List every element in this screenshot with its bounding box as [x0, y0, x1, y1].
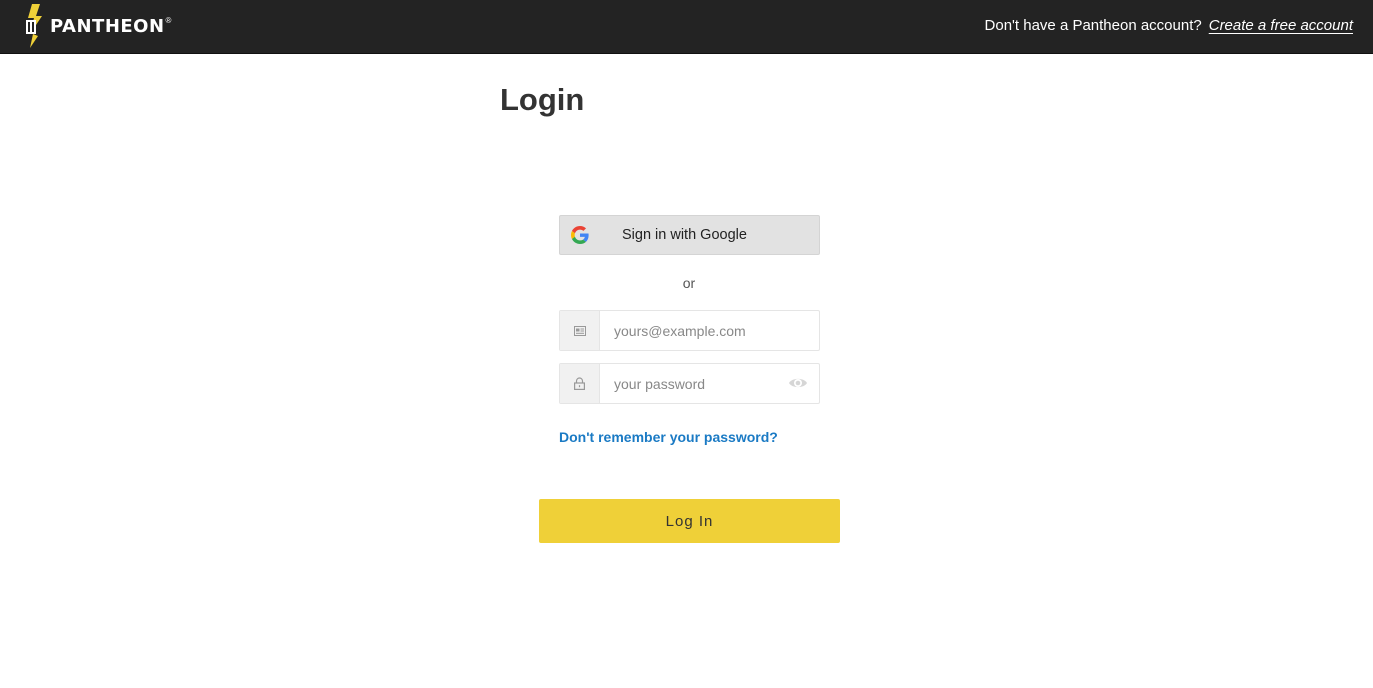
login-button[interactable]: Log In: [539, 499, 840, 543]
password-input[interactable]: [601, 364, 786, 403]
top-navbar: PANTHEON ® Don't have a Pantheon account…: [0, 0, 1373, 54]
pantheon-bolt-icon: [26, 4, 42, 48]
email-addon: [560, 311, 600, 350]
email-input[interactable]: [601, 311, 786, 350]
google-signin-button[interactable]: Sign in with Google: [559, 215, 820, 255]
password-field: [559, 363, 820, 404]
pantheon-logo[interactable]: PANTHEON ®: [24, 4, 171, 48]
or-divider: or: [682, 275, 696, 291]
registered-mark: ®: [165, 15, 172, 25]
create-account-link[interactable]: Create a free account: [1209, 17, 1353, 34]
password-addon: [560, 364, 600, 403]
brand-name: PANTHEON: [50, 15, 165, 37]
google-signin-label: Sign in with Google: [622, 227, 747, 243]
signup-prompt-text: Don't have a Pantheon account?: [984, 17, 1202, 34]
google-icon: [571, 226, 589, 244]
email-field: [559, 310, 820, 351]
page-title: Login: [500, 82, 585, 117]
eye-icon[interactable]: [788, 376, 808, 390]
signup-prompt-area: Don't have a Pantheon account? Create a …: [985, 17, 1353, 34]
forgot-password-link[interactable]: Don't remember your password?: [559, 429, 778, 445]
email-card-icon: [573, 325, 586, 336]
lock-icon: [574, 377, 585, 390]
